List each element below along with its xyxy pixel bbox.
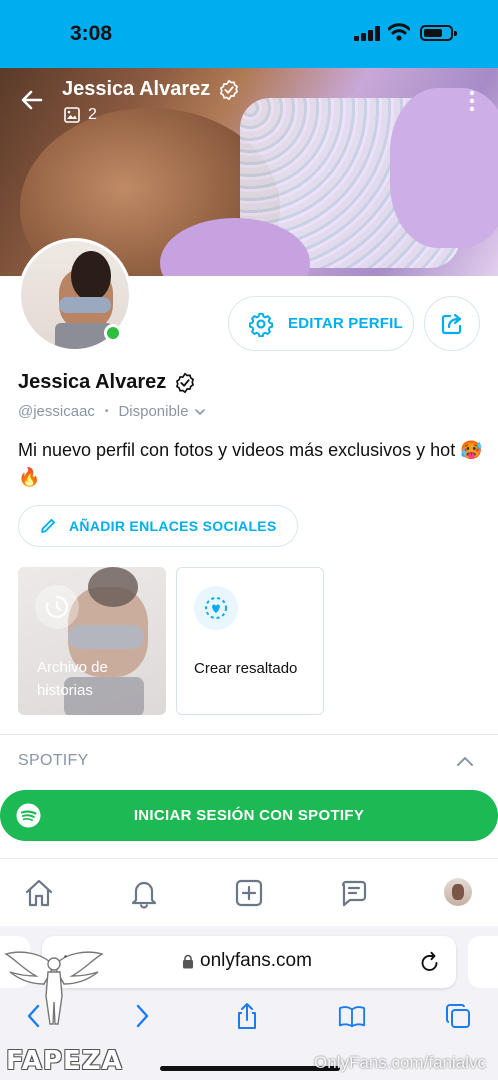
story-archive-tile[interactable]: Archivo de historias [18,567,166,715]
browser-tabs-button[interactable] [444,1002,472,1030]
cellular-signal-icon [354,25,380,41]
edit-profile-label: EDITAR PERFIL [288,315,403,332]
handle-row: @jessicaac • Disponible [18,403,206,420]
add-social-links-label: AÑADIR ENLACES SOCIALES [69,518,277,534]
chevron-right-icon [136,1004,149,1028]
section-divider [0,734,498,735]
url-domain[interactable]: onlyfans.com [200,950,312,972]
browser-bookmarks-button[interactable] [338,1002,366,1030]
nav-profile-avatar[interactable] [444,878,472,906]
watermark-source: OnlyFans.com/fanialvc [314,1053,486,1072]
more-options-icon[interactable] [466,90,478,112]
pencil-icon [41,519,55,533]
add-post-icon [235,879,263,907]
nav-add-post[interactable] [233,877,265,909]
status-time: 3:08 [70,22,113,45]
share-icon [441,313,462,334]
spotify-login-label: INICIAR SESIÓN CON SPOTIFY [133,807,365,824]
cover-title: Jessica Alvarez [62,78,211,100]
online-status-dot [104,324,122,342]
profile-handle: @jessicaac [18,403,95,420]
image-count-icon [64,107,80,123]
availability-status[interactable]: Disponible [118,403,188,420]
story-archive-icon [45,595,69,619]
nav-home[interactable] [23,877,55,909]
create-highlight-tile[interactable]: Crear resaltado [176,567,324,715]
nav-notifications[interactable] [128,877,160,909]
browser-share-button[interactable] [233,1002,261,1030]
verified-badge-icon [175,372,195,394]
status-bar: 3:08 [0,0,498,68]
reload-icon[interactable] [420,951,440,973]
create-highlight-label: Crear resaltado [194,660,298,677]
messages-icon [341,880,367,907]
lock-icon [183,954,193,969]
chevron-up-icon[interactable] [456,754,474,768]
watermark-brand: FAPEZA [6,1046,123,1076]
bell-icon [131,881,157,909]
edit-profile-button[interactable]: EDITAR PERFIL [228,296,414,351]
next-tab-edge[interactable] [468,936,498,988]
create-highlight-icon [205,597,227,619]
home-icon [25,879,53,907]
chevron-down-icon[interactable] [194,406,206,418]
verified-badge-icon [219,79,239,101]
book-icon [338,1006,366,1028]
media-count: 2 [88,106,97,123]
back-arrow-icon[interactable] [20,88,44,112]
spotify-icon [16,803,41,828]
share-sheet-icon [238,1003,256,1029]
tabs-icon [446,1004,470,1028]
settings-gear-icon [248,312,274,337]
share-profile-button[interactable] [424,296,480,351]
home-indicator [160,1066,340,1071]
add-social-links-button[interactable]: AÑADIR ENLACES SOCIALES [18,505,298,547]
bottom-navigation [0,858,498,926]
wifi-icon [388,23,410,41]
profile-bio: Mi nuevo perfil con fotos y videos más e… [18,440,483,487]
spotify-login-button[interactable]: INICIAR SESIÓN CON SPOTIFY [0,790,498,841]
spotify-section-title: SPOTIFY [18,752,89,769]
nav-messages[interactable] [338,877,370,909]
angel-watermark-logo [4,951,104,1025]
browser-forward-button[interactable] [128,1002,156,1030]
separator-dot: • [104,406,109,417]
battery-icon [420,25,457,41]
profile-name: Jessica Alvarez [18,371,167,393]
story-archive-label: Archivo de historias [37,659,108,699]
